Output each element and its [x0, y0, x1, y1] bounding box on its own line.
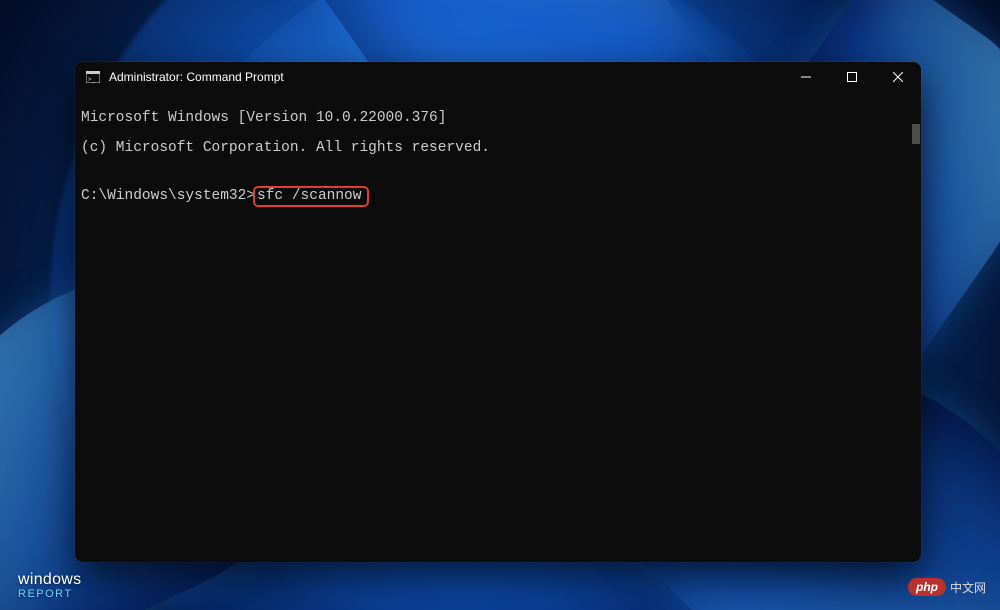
close-button[interactable] — [875, 62, 921, 92]
scrollbar-thumb[interactable] — [912, 124, 920, 144]
watermark-line1: windows — [18, 572, 81, 588]
command-prompt-window: >_ Administrator: Command Prompt Microso… — [75, 62, 921, 562]
watermark-phpcn: php 中文网 — [908, 578, 986, 596]
prompt-path: C:\Windows\system32> — [81, 189, 255, 204]
cmd-icon: >_ — [85, 69, 101, 85]
svg-text:>_: >_ — [88, 76, 96, 83]
titlebar[interactable]: >_ Administrator: Command Prompt — [75, 62, 921, 92]
close-icon — [893, 72, 903, 82]
maximize-icon — [847, 72, 857, 82]
watermark-line2: REPORT — [18, 589, 81, 600]
command-highlight: sfc /scannow — [253, 186, 369, 207]
maximize-button[interactable] — [829, 62, 875, 92]
terminal-prompt-line: C:\Windows\system32>sfc /scannow — [81, 186, 915, 207]
cn-text: 中文网 — [950, 579, 986, 596]
minimize-button[interactable] — [783, 62, 829, 92]
terminal-line-version: Microsoft Windows [Version 10.0.22000.37… — [81, 111, 915, 126]
window-controls — [783, 62, 921, 92]
terminal-output[interactable]: Microsoft Windows [Version 10.0.22000.37… — [75, 92, 921, 562]
php-badge: php — [908, 578, 946, 596]
watermark-windowsreport: windows REPORT — [18, 572, 81, 600]
minimize-icon — [801, 72, 811, 82]
terminal-line-copyright: (c) Microsoft Corporation. All rights re… — [81, 141, 915, 156]
window-title: Administrator: Command Prompt — [109, 70, 284, 84]
typed-command: sfc /scannow — [257, 188, 361, 204]
